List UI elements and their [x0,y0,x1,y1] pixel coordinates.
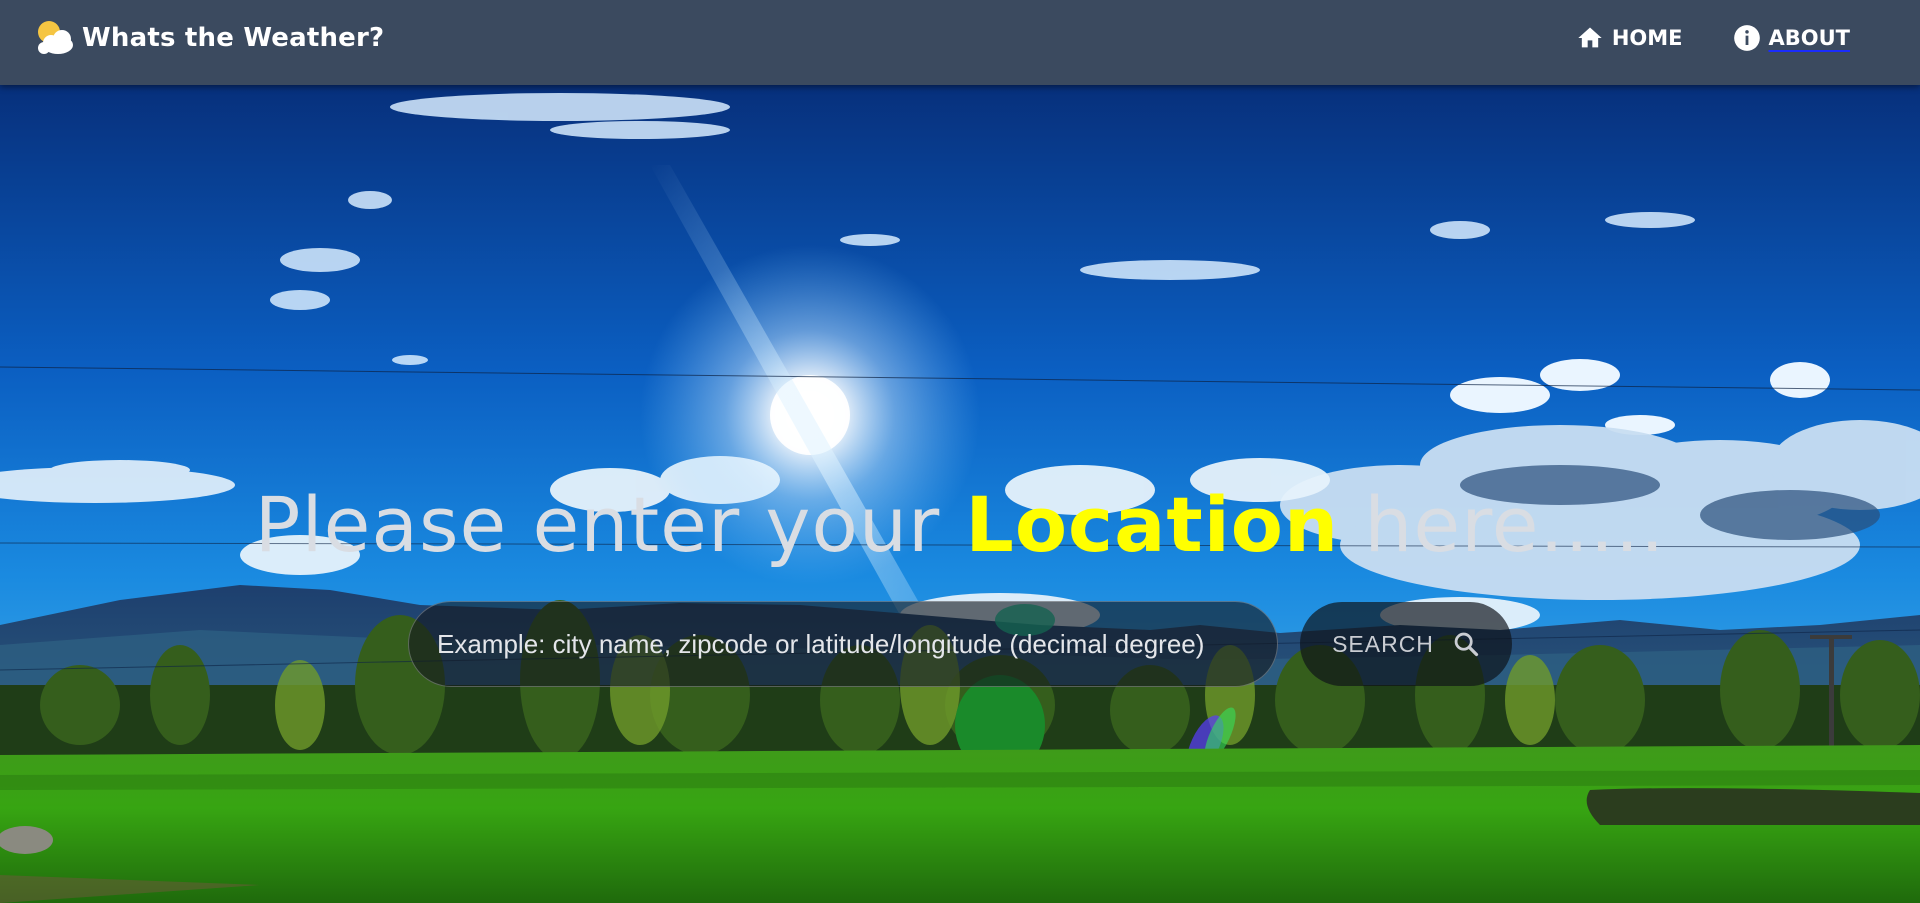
headline-suffix: here..... [1339,480,1666,569]
search-icon [1454,632,1479,657]
hero-headline: Please enter your Location here..... [0,480,1920,569]
info-icon [1733,25,1760,51]
location-search-input[interactable] [408,601,1278,687]
headline-highlight: Location [965,480,1340,569]
nav-home-link[interactable]: HOME [1576,24,1683,52]
nav-about-label: ABOUT [1768,26,1851,50]
sun-cloud-icon [38,21,73,54]
nav-home-label: HOME [1611,26,1683,50]
nav-links: HOME ABOUT [1576,24,1850,52]
search-button[interactable]: SEARCH [1300,602,1512,686]
home-icon [1578,27,1602,48]
nav-about-link[interactable]: ABOUT [1733,24,1851,52]
headline-prefix: Please enter your [254,480,966,569]
search-button-label: SEARCH [1332,630,1434,657]
brand[interactable]: Whats the Weather? [34,18,384,58]
top-navbar: Whats the Weather? HOME ABOUT [0,0,1920,85]
search-row: SEARCH [408,601,1512,687]
hero-section: Please enter your Location here..... SEA… [0,85,1920,903]
app-title: Whats the Weather? [82,23,385,53]
